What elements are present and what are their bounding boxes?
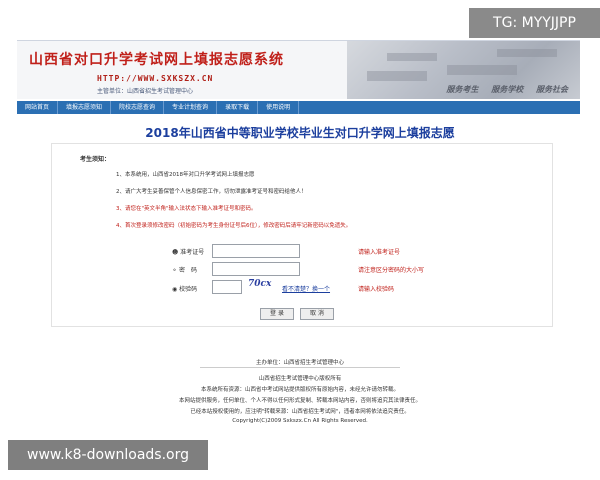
nav-instructions[interactable]: 使用说明: [258, 101, 300, 114]
site-title: 山西省对口升学考试网上填报志愿系统: [29, 52, 284, 68]
footer-line: 已经本站授权使用的，应注明"转载来源：山西省招生考试网"，违者本网将依法追究责任…: [190, 409, 410, 415]
site-sponsor: 主管单位：山西省招生考试管理中心: [97, 88, 194, 95]
footer-divider: [200, 367, 400, 368]
tg-watermark: TG: MYYJJPP: [469, 8, 600, 38]
login-panel: 考生须知： 1、本系统用，山西省2018年对口升学考试网上填报志愿 2、请广大考…: [51, 143, 553, 327]
footer-line: 山西省招生考试管理中心版权所有: [258, 376, 342, 382]
slogan-1: 服务考生: [446, 85, 479, 94]
footer-line: 本系统所有资源：山西省中考试网站提供版权所有原始内容，未经允许请勿转载。: [200, 387, 399, 393]
notice-item: 3、请您在"英文半角"输入法状态下输入准考证号和密码。: [116, 206, 257, 212]
notice-heading: 考生须知：: [80, 156, 111, 163]
shield-icon: ◉: [172, 286, 178, 293]
site-banner: 山西省对口升学考试网上填报志愿系统 HTTP://WWW.SXKSZX.CN 主…: [17, 40, 580, 99]
nav-admission-download[interactable]: 录取下载: [217, 101, 259, 114]
password-label: ⚬ 密 码: [172, 267, 197, 274]
notice-item: 4、首次登录须修改密码（初始密码为考生身份证号后6位），修改密码后请牢记新密码以…: [116, 223, 352, 229]
footer-line: 本网站提供服务，任何单位、个人不得以任何形式复制、转载本网站内容，否则将追究其法…: [178, 398, 421, 404]
page-title: 2018年山西省中等职业学校毕业生对口升学网上填报志愿: [145, 126, 455, 140]
password-hint: 请注意区分密码的大小写: [358, 267, 425, 274]
captcha-input[interactable]: [212, 280, 242, 294]
notice-item: 2、请广大考生妥善保管个人信息保密工作，切勿泄露准考证号和密码给他人！: [116, 189, 307, 195]
ticket-label: ☻ 准考证号: [172, 249, 205, 256]
user-icon: ☻: [172, 249, 179, 256]
ticket-input[interactable]: [212, 244, 300, 258]
slogan-2: 服务学校: [491, 85, 524, 94]
footer-organizer: 主办单位：山西省招生考试管理中心: [255, 360, 344, 366]
footer-copyright: Copyright(C)2009 Sxkszx.Cn All Rights Re…: [232, 418, 368, 424]
key-icon: ⚬: [172, 267, 178, 274]
password-input[interactable]: [212, 262, 300, 276]
main-nav: 网站首页 填报志愿须知 院校志愿查询 专业计划查询 录取下载 使用说明: [17, 101, 580, 114]
refresh-captcha-link[interactable]: 看不清楚？换一个: [282, 284, 330, 293]
nav-notice[interactable]: 填报志愿须知: [58, 101, 112, 114]
cancel-button[interactable]: 取 消: [300, 308, 334, 320]
captcha-hint: 请输入校验码: [358, 286, 395, 293]
login-button[interactable]: 登 录: [260, 308, 294, 320]
slogan-3: 服务社会: [536, 85, 568, 94]
url-watermark: www.k8-downloads.org: [8, 440, 208, 470]
nav-major-query[interactable]: 专业计划查询: [164, 101, 218, 114]
site-url: HTTP://WWW.SXKSZX.CN: [97, 74, 214, 83]
nav-home[interactable]: 网站首页: [17, 101, 59, 114]
nav-school-query[interactable]: 院校志愿查询: [111, 101, 165, 114]
captcha-label: ◉ 校验码: [172, 286, 198, 293]
ticket-hint: 请输入准考证号: [358, 249, 401, 256]
notice-item: 1、本系统用，山西省2018年对口升学考试网上填报志愿: [116, 172, 255, 178]
banner-slogans: 服务考生 服务学校 服务社会: [436, 84, 568, 95]
captcha-image: 70cx: [248, 279, 272, 289]
